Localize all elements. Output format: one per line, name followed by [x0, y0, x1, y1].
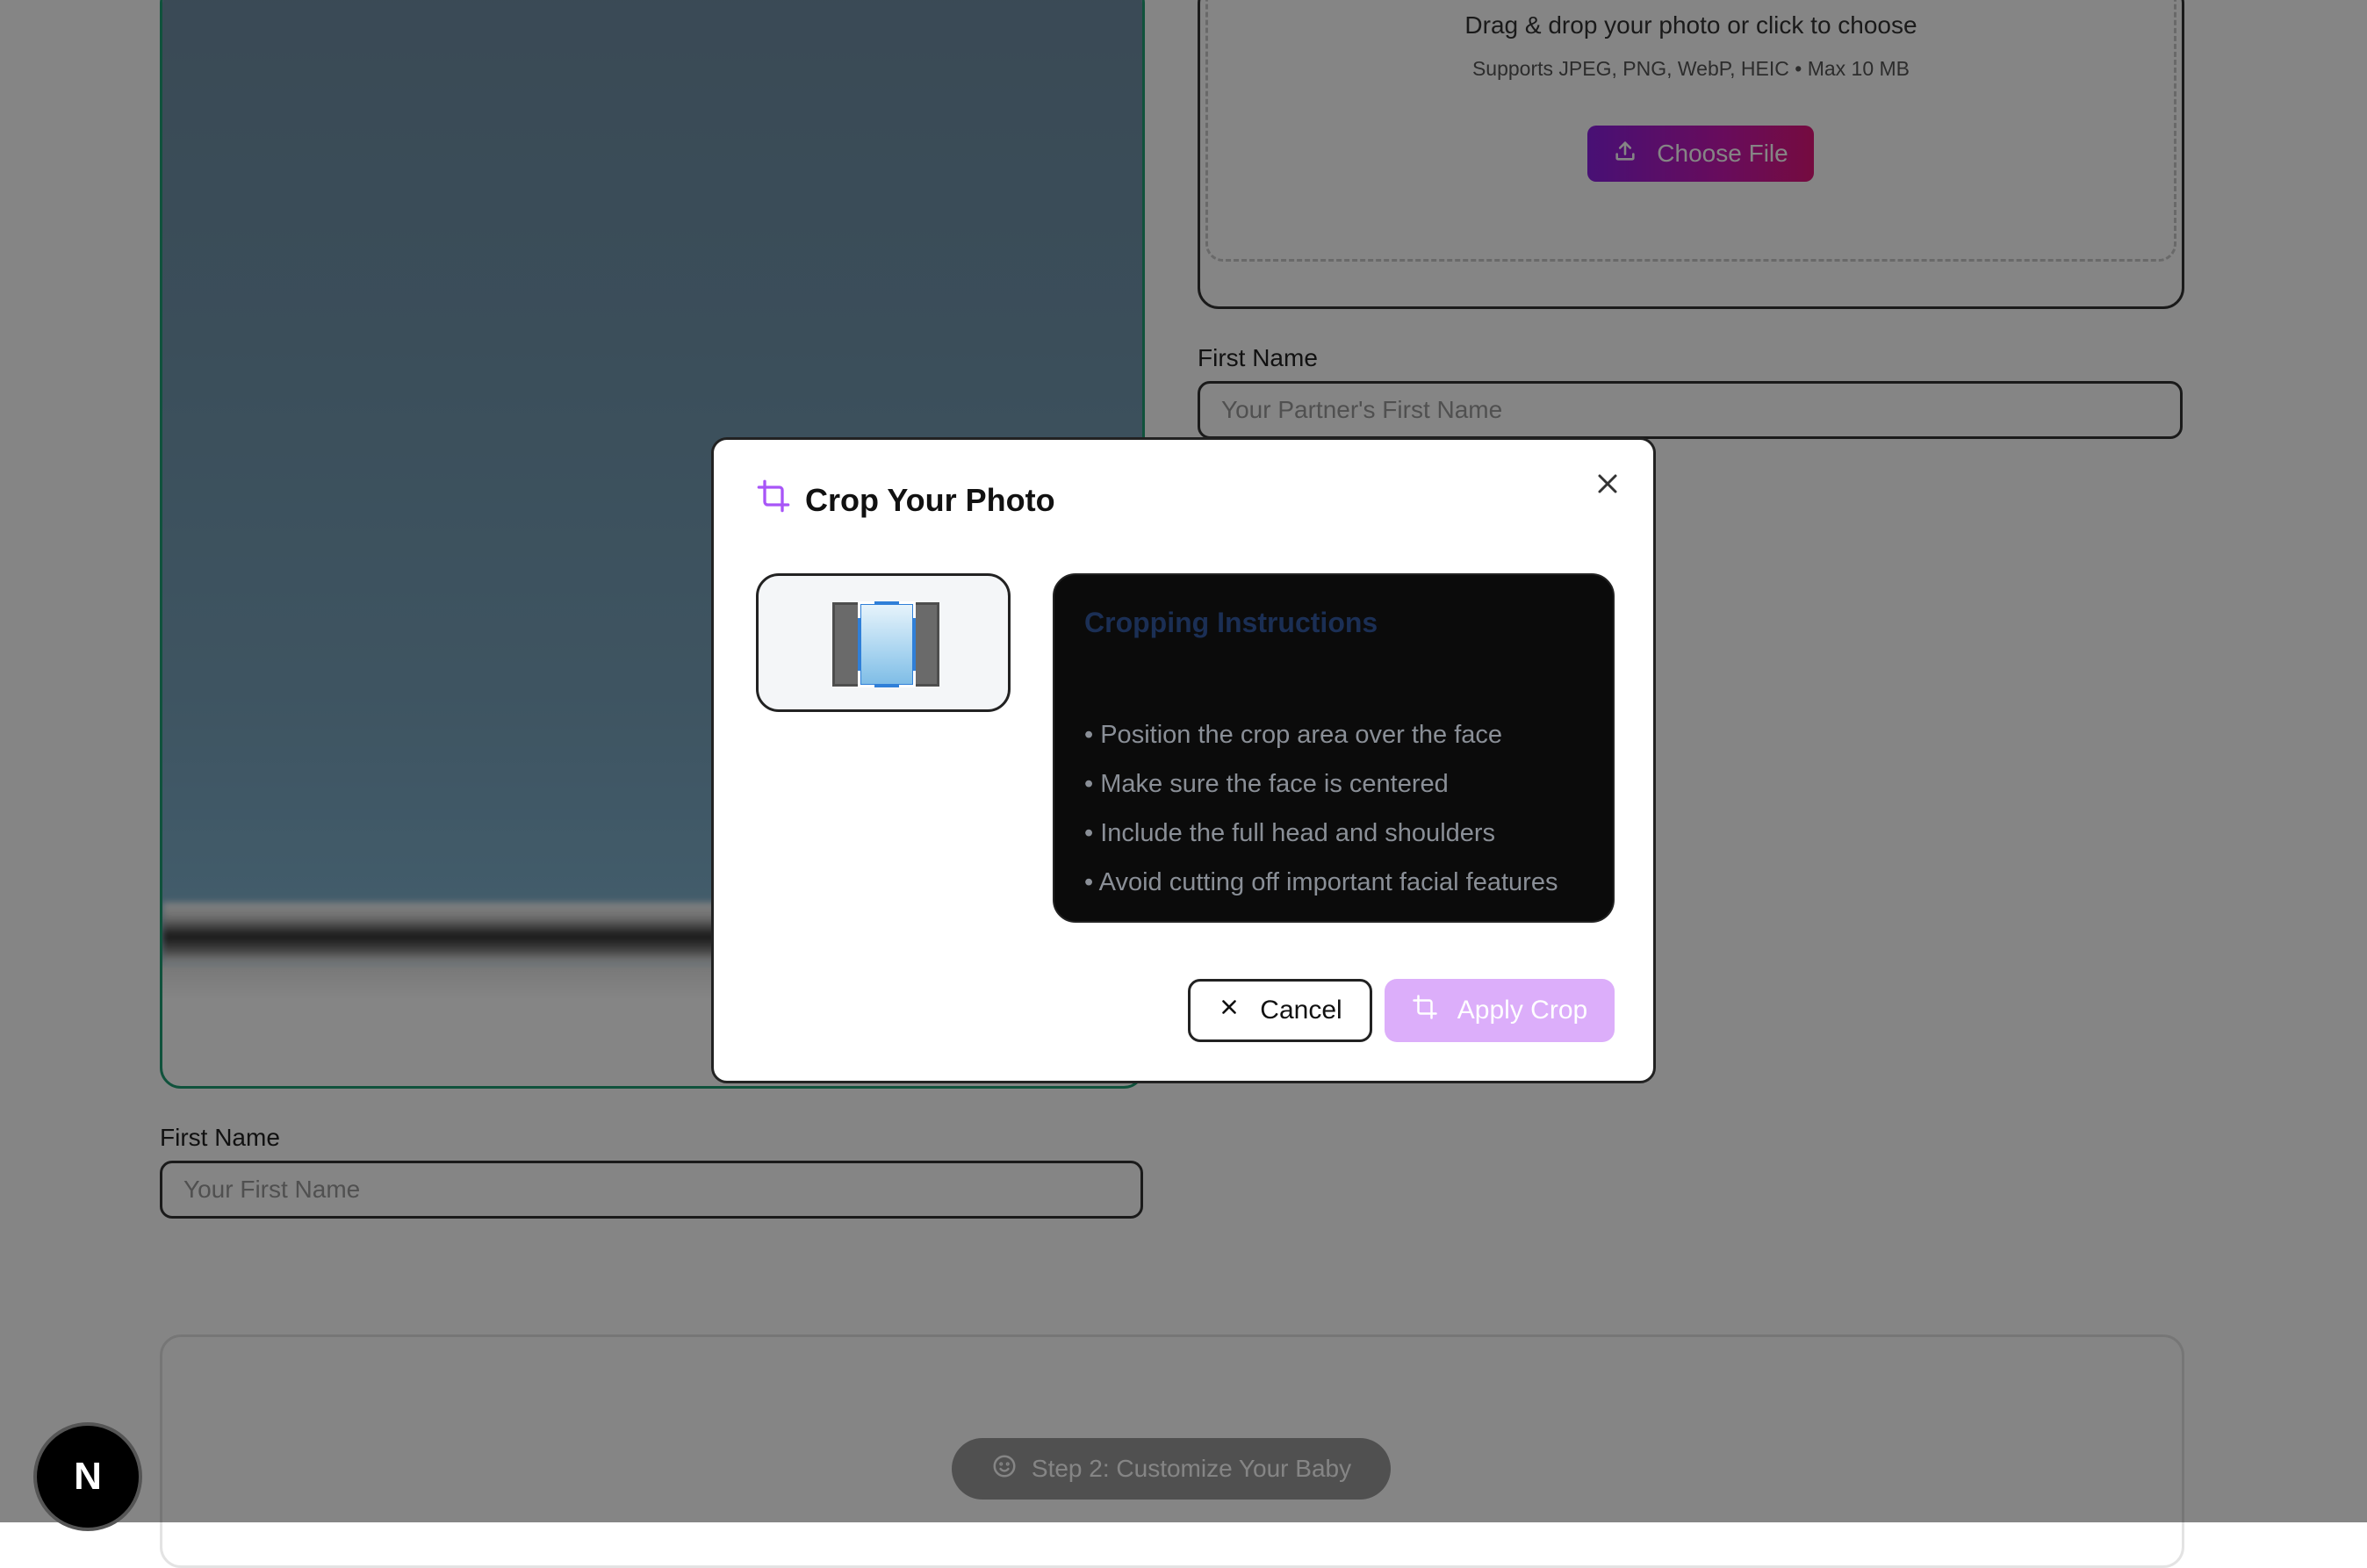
- crop-handle[interactable]: [858, 671, 874, 687]
- crop-handle[interactable]: [899, 671, 916, 687]
- close-icon[interactable]: [1592, 468, 1623, 500]
- instruction-item: Include the full head and shoulders: [1084, 809, 1558, 858]
- cancel-button[interactable]: Cancel: [1188, 979, 1372, 1042]
- x-icon: [1218, 996, 1241, 1025]
- crop-handle[interactable]: [899, 601, 916, 618]
- crop-selection-area[interactable]: [858, 601, 916, 687]
- crop-dialog: Crop Your Photo Cropping Instructions Po…: [711, 437, 1656, 1083]
- crop-image-thumbnail: [832, 601, 939, 687]
- crop-icon: [756, 478, 791, 521]
- next-badge[interactable]: N: [33, 1422, 142, 1531]
- dialog-title: Crop Your Photo: [805, 481, 1055, 518]
- instructions-title: Cropping Instructions: [1084, 607, 1378, 638]
- apply-crop-label: Apply Crop: [1457, 996, 1588, 1025]
- apply-crop-button[interactable]: Apply Crop: [1385, 979, 1615, 1042]
- cancel-label: Cancel: [1260, 996, 1342, 1025]
- crop-icon: [1412, 994, 1438, 1027]
- crop-preview[interactable]: [756, 573, 1011, 712]
- crop-handle[interactable]: [858, 601, 874, 618]
- instruction-item: Position the crop area over the face: [1084, 710, 1558, 759]
- instruction-item: Avoid cutting off important facial featu…: [1084, 858, 1558, 907]
- dialog-header: Crop Your Photo: [756, 478, 1055, 521]
- instructions-panel: Cropping Instructions Position the crop …: [1053, 573, 1615, 923]
- instruction-item: Make sure the face is centered: [1084, 759, 1558, 809]
- next-badge-letter: N: [74, 1455, 102, 1498]
- instructions-list: Position the crop area over the face Mak…: [1084, 710, 1558, 907]
